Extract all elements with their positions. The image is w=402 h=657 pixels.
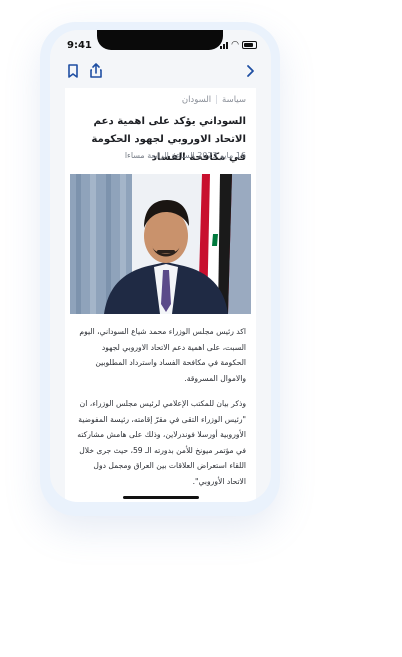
article-date: 16 مايو 2023 الساعة الرابعة مساءا [124,151,246,160]
device-notch [97,30,223,50]
home-indicator[interactable] [123,496,199,499]
article-toolbar [50,58,271,84]
battery-icon [242,41,257,49]
article-paragraph: وذكر بيان للمكتب الإعلامي لرئيس مجلس الو… [77,399,246,486]
status-time: 9:41 [67,40,92,51]
wifi-icon: ◠ [231,40,239,50]
subcategory-link[interactable]: السودان [182,95,211,105]
signal-icon [220,41,229,49]
breadcrumb-divider: | [215,95,219,105]
breadcrumb: سياسة| السودان [182,95,246,105]
article-card: سياسة|السودان السوداني يؤكد على اهمية دع… [65,88,256,502]
bookmark-icon[interactable] [64,62,82,80]
share-icon[interactable] [87,62,105,80]
chevron-right-icon[interactable] [241,62,259,80]
phone-screen: 9:41 ◠ سياسة|السودان السوداني يؤكد على ا… [50,30,271,502]
category-link[interactable]: سياسة [222,95,246,105]
article-paragraph: اكد رئيس مجلس الوزراء محمد شياع السوداني… [79,327,246,383]
status-icons: ◠ [220,40,257,50]
article-photo-illustration [70,174,251,314]
article-photo [70,174,251,314]
